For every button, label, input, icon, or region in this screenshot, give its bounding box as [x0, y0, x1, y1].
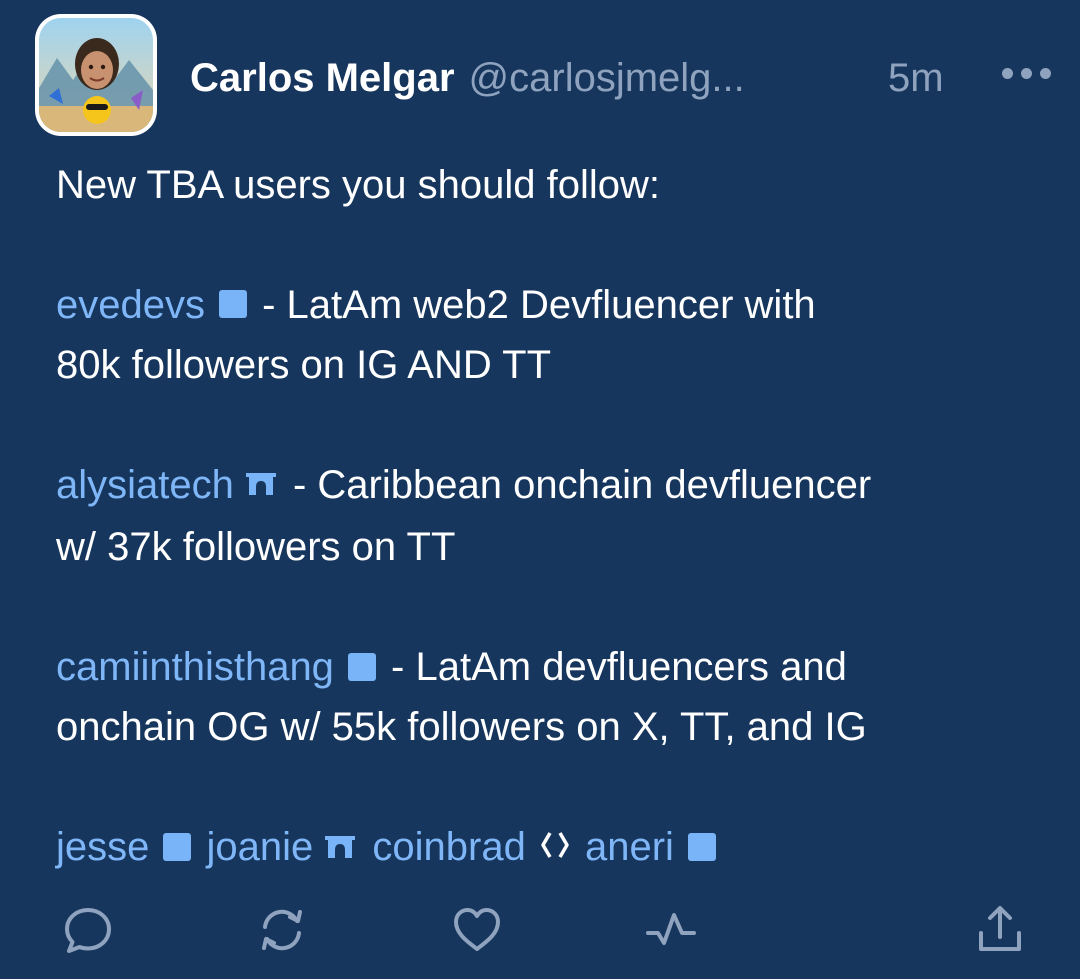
recast-icon	[262, 909, 302, 951]
arch-badge-icon	[244, 454, 278, 514]
mention-link[interactable]: jesse	[56, 825, 149, 869]
tail-mentions: jesse joanie coinbrad aneri	[56, 817, 1066, 879]
post-header: Carlos Melgar @carlosjmelg... 5m	[190, 48, 1065, 108]
mention-link[interactable]: joanie	[207, 825, 314, 869]
author-avatar[interactable]	[35, 14, 157, 136]
mention-link[interactable]: coinbrad	[372, 825, 525, 869]
activity-button[interactable]	[643, 902, 699, 958]
author-handle[interactable]: @carlosjmelg...	[469, 56, 745, 101]
comment-icon	[65, 908, 111, 953]
recast-button[interactable]	[254, 902, 310, 958]
entry-description-cont: onchain OG w/ 55k followers on X, TT, an…	[56, 705, 867, 750]
arch-badge-icon	[323, 817, 357, 877]
verified-badge-icon	[218, 290, 247, 319]
heart-icon	[454, 908, 500, 951]
share-icon	[979, 906, 1021, 951]
entry-description-cont: w/ 37k followers on TT	[56, 525, 456, 570]
entry-description: - LatAm devfluencers and	[379, 645, 847, 690]
share-button[interactable]	[972, 902, 1028, 958]
verified-badge-icon	[687, 832, 716, 861]
author-name[interactable]: Carlos Melgar	[190, 56, 455, 101]
post-body: New TBA users you should follow: evedevs…	[56, 155, 1066, 880]
mention-link[interactable]: evedevs	[56, 283, 205, 327]
cast-post: Carlos Melgar @carlosjmelg... 5m New TBA…	[0, 0, 1080, 979]
verified-badge-icon	[163, 832, 192, 861]
reply-button[interactable]	[60, 902, 116, 958]
entry-description: - Caribbean onchain devfluencer	[281, 463, 872, 507]
more-dot	[1021, 68, 1032, 79]
entry-camiinthisthang: camiinthisthang - LatAm devfluencers and…	[56, 637, 1066, 757]
entry-alysiatech: alysiatech - Caribbean onchain devfluenc…	[56, 455, 1066, 577]
mention-link[interactable]: camiinthisthang	[56, 645, 334, 689]
verified-badge-icon	[347, 652, 376, 681]
diamond-badge-icon	[540, 817, 570, 877]
post-action-bar	[0, 890, 1080, 970]
more-options-icon[interactable]	[1002, 68, 1051, 79]
mention-link[interactable]: aneri	[585, 825, 674, 869]
entry-evedevs: evedevs - LatAm web2 Devfluencer with 80k…	[56, 275, 1066, 395]
post-intro: New TBA users you should follow:	[56, 163, 661, 207]
more-dot	[1040, 68, 1051, 79]
mention-link[interactable]: alysiatech	[56, 463, 234, 507]
entry-description-cont: 80k followers on IG AND TT	[56, 343, 551, 387]
pulse-icon	[646, 913, 696, 945]
post-timestamp[interactable]: 5m	[888, 56, 944, 101]
more-dot	[1002, 68, 1013, 79]
like-button[interactable]	[449, 902, 505, 958]
entry-description: - LatAm web2 Devfluencer with	[250, 283, 816, 327]
avatar-image	[39, 18, 153, 132]
